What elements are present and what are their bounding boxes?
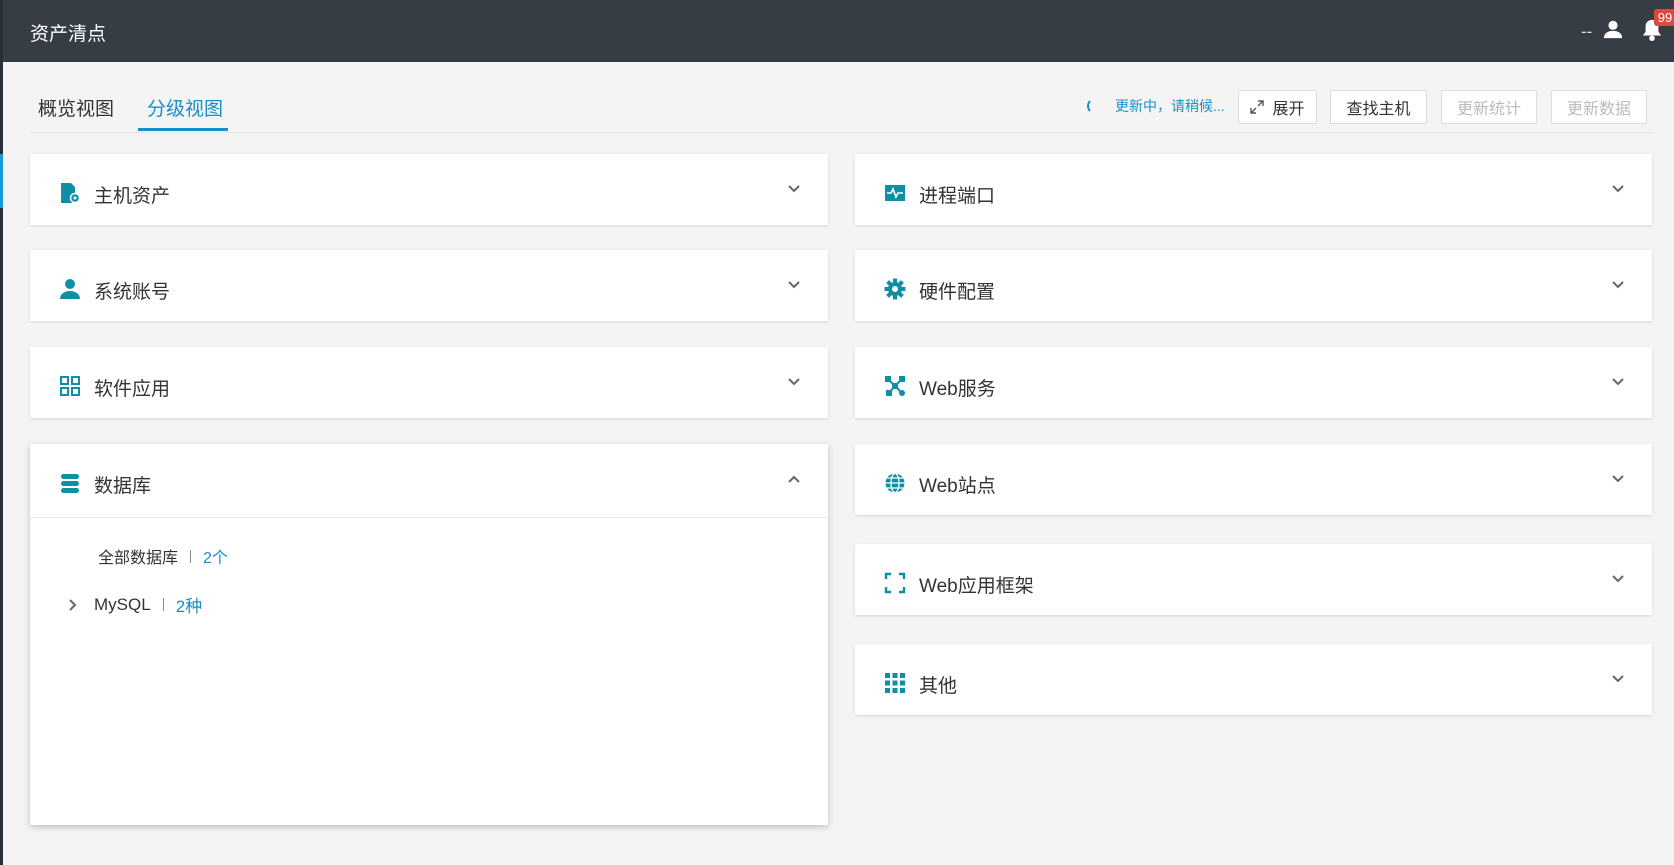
loading-status: 更新中，请稍候...	[1087, 96, 1225, 116]
user-icon	[60, 279, 80, 299]
apps-grid-icon	[60, 376, 80, 396]
update-stats-button[interactable]: 更新统计	[1441, 90, 1537, 124]
left-edge	[0, 0, 3, 865]
card-title: 进程端口	[919, 186, 996, 207]
left-accent	[0, 154, 3, 208]
chevron-down-icon[interactable]	[1610, 181, 1626, 197]
card-system-accounts[interactable]: 系统账号	[30, 250, 828, 321]
chevron-down-icon[interactable]	[786, 374, 802, 390]
card-header[interactable]: Web站点	[855, 444, 1652, 518]
card-other[interactable]: 其他	[855, 644, 1652, 715]
database-item-count[interactable]: 2种	[176, 592, 202, 617]
tab-overview[interactable]: 概览视图	[38, 94, 114, 121]
separator	[190, 549, 192, 563]
chevron-down-icon[interactable]	[1610, 471, 1626, 487]
chevron-down-icon[interactable]	[786, 181, 802, 197]
all-databases-count[interactable]: 2个	[203, 544, 228, 568]
database-item-mysql[interactable]: MySQL 2种	[64, 592, 202, 617]
separator	[162, 598, 164, 611]
frame-icon	[884, 572, 906, 594]
network-icon	[885, 376, 905, 396]
loading-text: 更新中，请稍候...	[1115, 98, 1225, 114]
database-icon	[61, 474, 79, 493]
card-header[interactable]: 主机资产	[30, 154, 828, 228]
card-title: 数据库	[94, 476, 152, 497]
chevron-up-icon[interactable]	[786, 471, 802, 487]
card-host-assets[interactable]: 主机资产	[30, 154, 828, 225]
expand-button[interactable]: 展开	[1238, 90, 1317, 124]
notification-badge: 99	[1654, 9, 1674, 26]
chevron-down-icon[interactable]	[786, 277, 802, 293]
activity-icon	[885, 185, 905, 201]
all-databases-label: 全部数据库	[98, 550, 179, 567]
chevron-down-icon[interactable]	[1610, 571, 1626, 587]
top-bar: 资产清点 -- 99	[0, 0, 1674, 62]
gear-icon	[884, 278, 906, 300]
card-database: 数据库 全部数据库 2个 MySQL 2种	[30, 444, 828, 825]
card-title: Web服务	[919, 379, 996, 400]
card-header[interactable]: 数据库	[30, 444, 828, 518]
globe-icon	[885, 472, 905, 494]
database-item-name: MySQL	[94, 594, 151, 614]
card-web-services[interactable]: Web服务	[855, 347, 1652, 418]
divider	[30, 517, 828, 518]
card-title: 其他	[919, 676, 958, 697]
expand-label: 展开	[1272, 101, 1305, 118]
update-data-button[interactable]: 更新数据	[1551, 90, 1647, 124]
tab-hierarchical[interactable]: 分级视图	[147, 94, 223, 121]
card-process-ports[interactable]: 进程端口	[855, 154, 1652, 225]
card-header[interactable]: 系统账号	[30, 250, 828, 324]
chevron-down-icon[interactable]	[1610, 374, 1626, 390]
card-header[interactable]: 硬件配置	[855, 250, 1652, 324]
expand-icon	[1250, 100, 1265, 114]
card-title: Web应用框架	[919, 576, 1034, 597]
card-header[interactable]: Web应用框架	[855, 544, 1652, 618]
card-header[interactable]: 软件应用	[30, 347, 828, 421]
card-header[interactable]: Web服务	[855, 347, 1652, 421]
app-title: 资产清点	[30, 24, 107, 45]
host-gear-icon	[61, 183, 81, 204]
card-software-apps[interactable]: 软件应用	[30, 347, 828, 418]
all-databases-row[interactable]: 全部数据库 2个	[98, 544, 228, 568]
card-title: 硬件配置	[919, 282, 996, 303]
card-header[interactable]: 进程端口	[855, 154, 1652, 228]
spinner-icon	[1087, 98, 1103, 114]
dots-grid-icon	[885, 673, 905, 693]
user-name[interactable]: --	[1581, 22, 1592, 42]
card-title: 主机资产	[94, 186, 171, 207]
card-title: 软件应用	[94, 379, 171, 400]
chevron-down-icon[interactable]	[1610, 277, 1626, 293]
find-host-button[interactable]: 查找主机	[1330, 90, 1427, 124]
card-hardware-config[interactable]: 硬件配置	[855, 250, 1652, 321]
card-web-frameworks[interactable]: Web应用框架	[855, 544, 1652, 615]
chevron-right-icon[interactable]	[64, 597, 80, 613]
card-web-sites[interactable]: Web站点	[855, 444, 1652, 515]
chevron-down-icon[interactable]	[1610, 671, 1626, 687]
card-title: Web站点	[919, 476, 996, 497]
user-icon[interactable]	[1602, 18, 1624, 45]
active-tab-indicator	[138, 128, 228, 131]
card-header[interactable]: 其他	[855, 644, 1652, 718]
card-title: 系统账号	[94, 282, 171, 303]
